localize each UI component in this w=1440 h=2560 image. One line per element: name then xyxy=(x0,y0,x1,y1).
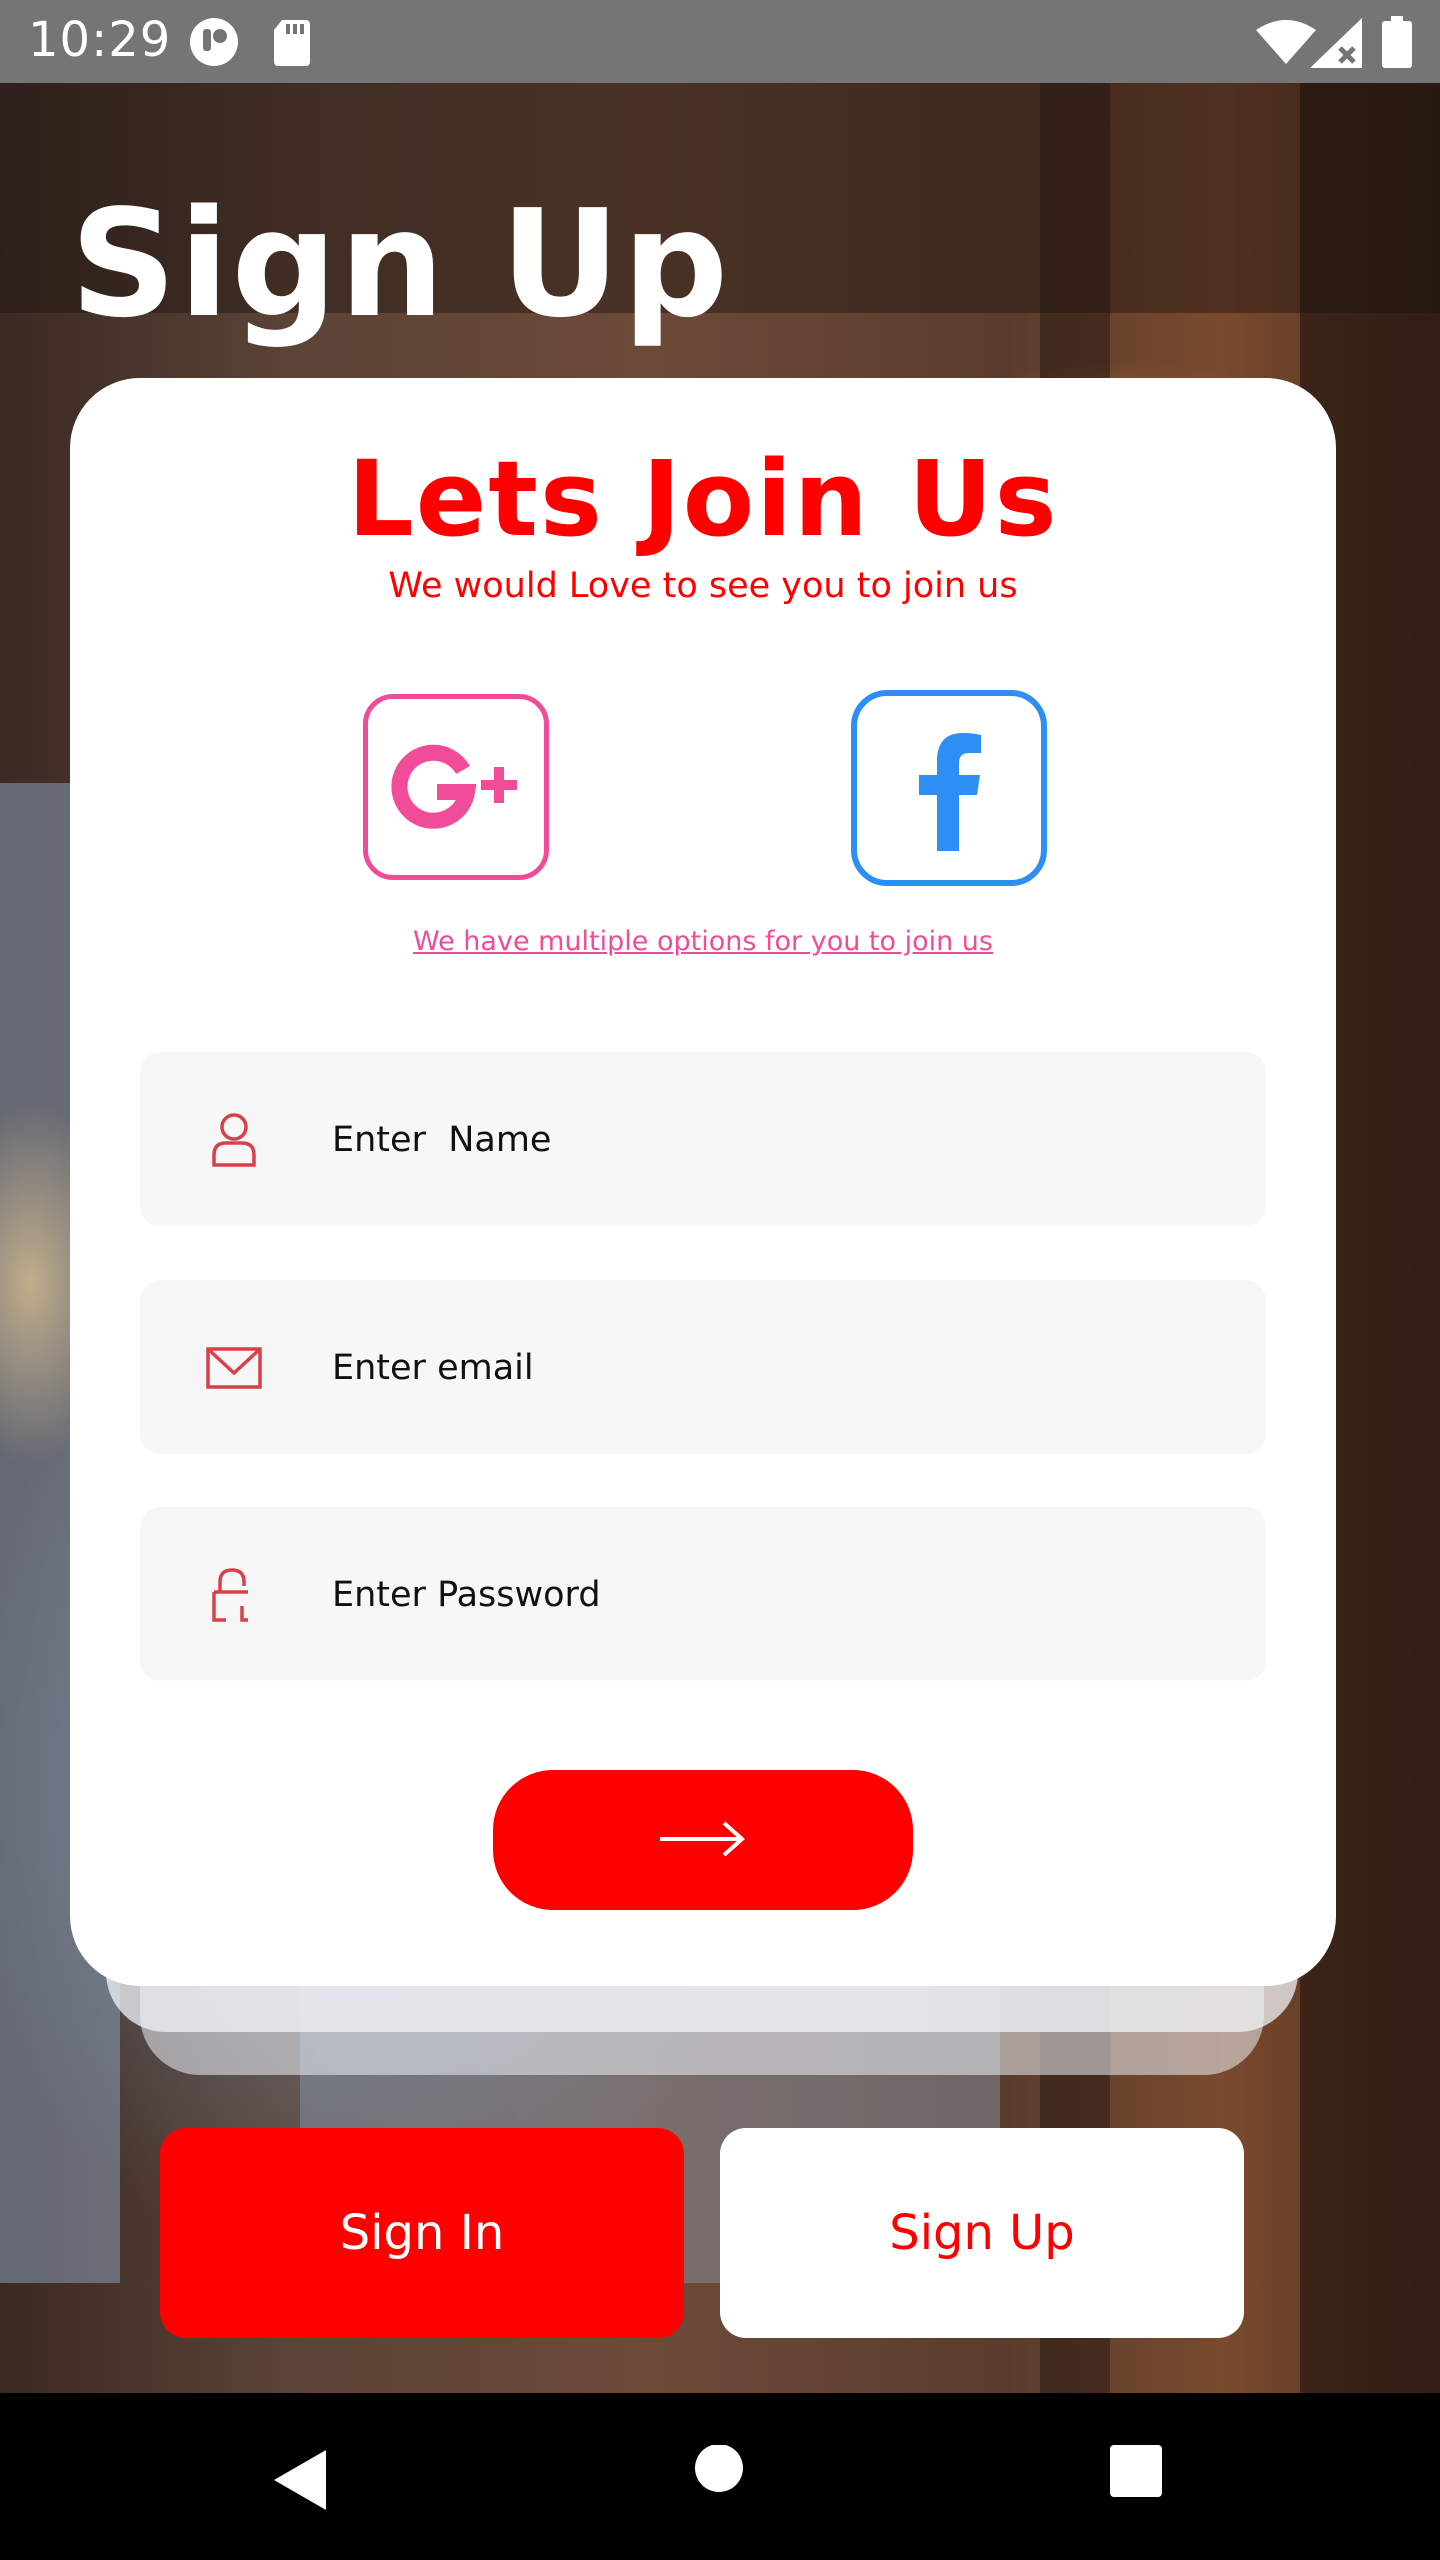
wifi-icon xyxy=(1256,20,1316,68)
battery-icon xyxy=(1382,16,1412,72)
google-plus-button[interactable] xyxy=(363,694,549,880)
media-app-icon xyxy=(188,16,240,72)
card-title: Lets Join Us xyxy=(347,438,1059,560)
arrow-right-icon xyxy=(658,1819,748,1862)
join-options-link[interactable]: We have multiple options for you to join… xyxy=(70,926,1336,957)
facebook-icon xyxy=(909,721,989,855)
sd-card-icon xyxy=(272,18,312,70)
google-plus-icon xyxy=(391,740,521,834)
sign-up-button[interactable]: Sign Up xyxy=(720,2128,1244,2338)
email-input[interactable] xyxy=(330,1280,1214,1456)
mail-icon xyxy=(202,1335,266,1399)
password-field[interactable] xyxy=(140,1507,1266,1683)
navigation-bar xyxy=(0,2393,1440,2560)
status-bar: 10:29 xyxy=(0,0,1440,83)
name-input[interactable] xyxy=(330,1052,1214,1228)
user-icon xyxy=(202,1107,266,1171)
signup-card: Lets Join Us We would Love to see you to… xyxy=(70,378,1336,1986)
email-field[interactable] xyxy=(140,1280,1266,1456)
page-title: Sign Up xyxy=(70,178,731,350)
lock-icon xyxy=(202,1562,266,1626)
status-time: 10:29 xyxy=(28,12,172,68)
card-subtitle: We would Love to see you to join us xyxy=(388,566,1018,606)
sign-in-button[interactable]: Sign In xyxy=(160,2128,684,2338)
home-icon[interactable] xyxy=(694,2444,764,2515)
name-field[interactable] xyxy=(140,1052,1266,1228)
recents-icon[interactable] xyxy=(1108,2445,1178,2515)
facebook-button[interactable] xyxy=(851,690,1047,886)
password-input[interactable] xyxy=(330,1507,1214,1683)
back-icon[interactable] xyxy=(268,2445,338,2515)
submit-button[interactable] xyxy=(493,1770,913,1910)
signal-icon xyxy=(1310,18,1362,72)
